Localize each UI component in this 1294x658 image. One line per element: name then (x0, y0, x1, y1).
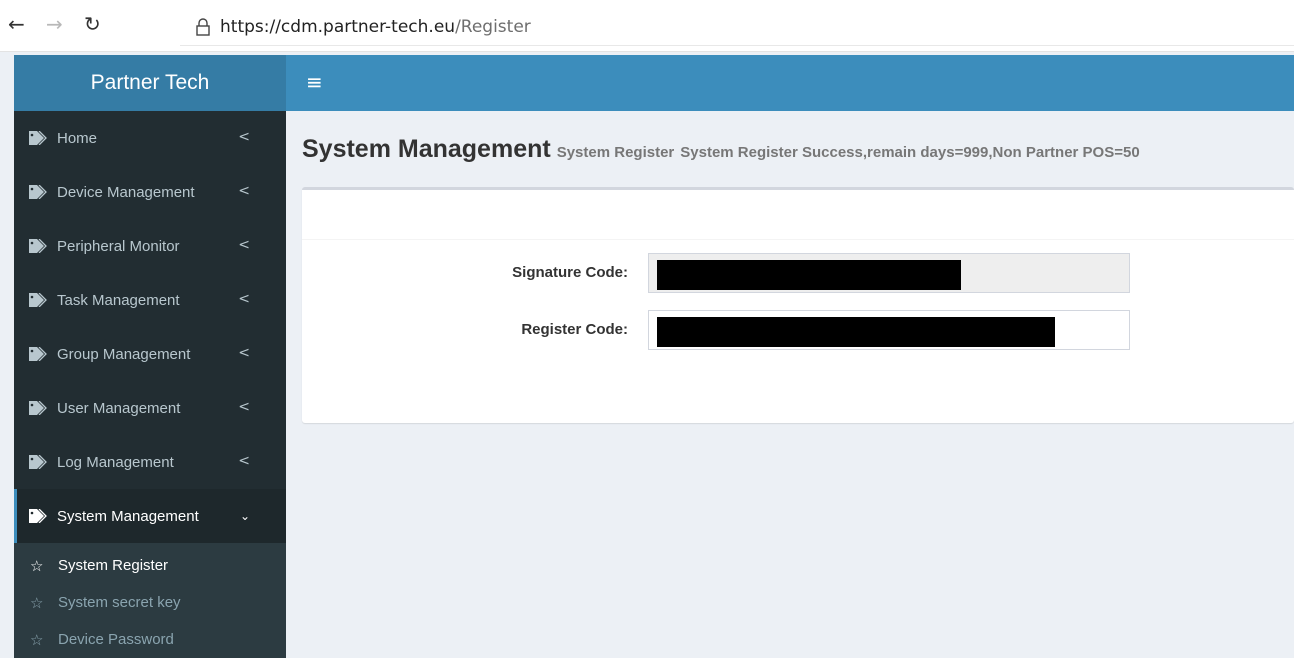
page-title: System Management System Register System R… (302, 135, 1140, 164)
sidebar-item-label: Task Management (57, 291, 180, 309)
tags-icon (29, 509, 47, 523)
submenu-item-label: Device Password (58, 631, 174, 648)
register-code-label: Register Code: (521, 321, 628, 338)
register-form-box: Signature Code: Register Code: (302, 187, 1294, 423)
sidebar-item-user-management[interactable]: User Management < (14, 381, 286, 435)
sidebar-item-task-management[interactable]: Task Management < (14, 273, 286, 327)
tags-icon (29, 455, 47, 469)
signature-code-label: Signature Code: (512, 264, 628, 281)
address-bar-divider (180, 45, 1294, 46)
sidebar-item-home[interactable]: Home < (14, 111, 286, 165)
sidebar-item-label: Log Management (57, 453, 174, 471)
signature-code-row: Signature Code: (302, 253, 1294, 293)
submenu-item-system-secret-key[interactable]: ☆ System secret key (14, 584, 286, 621)
tags-icon (29, 239, 47, 253)
sidebar-item-label: Device Management (57, 183, 195, 201)
back-arrow-icon[interactable]: ← (8, 12, 25, 36)
chevron-left-icon: < (238, 129, 250, 145)
tags-icon (29, 293, 47, 307)
url-path: /Register (455, 17, 531, 37)
star-icon: ☆ (30, 630, 44, 649)
sidebar-item-label: Peripheral Monitor (57, 237, 180, 255)
submenu-item-system-register[interactable]: ☆ System Register (14, 547, 286, 584)
chevron-down-icon: ⌄ (239, 509, 250, 523)
register-code-field[interactable] (648, 310, 1130, 350)
sidebar-item-label: System Management (57, 507, 199, 525)
forward-arrow-icon[interactable]: → (46, 12, 63, 36)
chevron-left-icon: < (238, 453, 250, 469)
sidebar-item-peripheral-monitor[interactable]: Peripheral Monitor < (14, 219, 286, 273)
tags-icon (29, 347, 47, 361)
sidebar-item-group-management[interactable]: Group Management < (14, 327, 286, 381)
chevron-left-icon: < (238, 399, 250, 415)
sidebar-item-label: Home (57, 129, 98, 147)
reload-icon[interactable]: ↻ (84, 12, 101, 36)
sidebar-item-label: Group Management (57, 345, 191, 363)
submenu-item-label: System secret key (58, 594, 181, 611)
star-icon: ☆ (30, 556, 44, 575)
submenu-item-device-password[interactable]: ☆ Device Password (14, 621, 286, 658)
browser-toolbar: ← → ↻ https://cdm.partner-tech.eu/Regist… (0, 0, 1294, 52)
chevron-left-icon: < (238, 291, 250, 307)
register-status-message: System Register Success,remain days=999,… (680, 144, 1140, 161)
tags-icon (29, 131, 47, 145)
sidebar-item-device-management[interactable]: Device Management < (14, 165, 286, 219)
lock-icon (196, 18, 210, 36)
sidebar-item-log-management[interactable]: Log Management < (14, 435, 286, 489)
redacted-value (657, 317, 1055, 347)
sidebar-toggle-icon[interactable]: ≡ (306, 72, 323, 92)
main-content: System Management System Register System R… (286, 111, 1294, 642)
redacted-value (657, 260, 961, 290)
system-management-submenu: ☆ System Register ☆ System secret key ☆ … (14, 543, 286, 658)
chevron-left-icon: < (238, 183, 250, 199)
sidebar-item-label: User Management (57, 399, 181, 417)
chevron-left-icon: < (238, 345, 250, 361)
register-code-row: Register Code: (302, 310, 1294, 350)
address-bar[interactable]: https://cdm.partner-tech.eu/Register (220, 17, 531, 37)
top-navbar: ≡ (286, 55, 1294, 111)
sidebar-item-system-management[interactable]: System Management ⌄ (14, 489, 286, 543)
sidebar: Home < Device Management < Peripheral Mo… (14, 111, 286, 658)
page-title-text: System Management (302, 135, 551, 163)
url-host: https://cdm.partner-tech.eu (220, 17, 456, 37)
page-subtitle: System Register (556, 144, 675, 161)
app-logo[interactable]: Partner Tech (14, 55, 286, 111)
chevron-left-icon: < (238, 237, 250, 253)
tags-icon (29, 401, 47, 415)
box-header (302, 190, 1294, 240)
tags-icon (29, 185, 47, 199)
signature-code-field[interactable] (648, 253, 1130, 293)
submenu-item-label: System Register (58, 557, 169, 574)
star-icon: ☆ (30, 593, 44, 612)
